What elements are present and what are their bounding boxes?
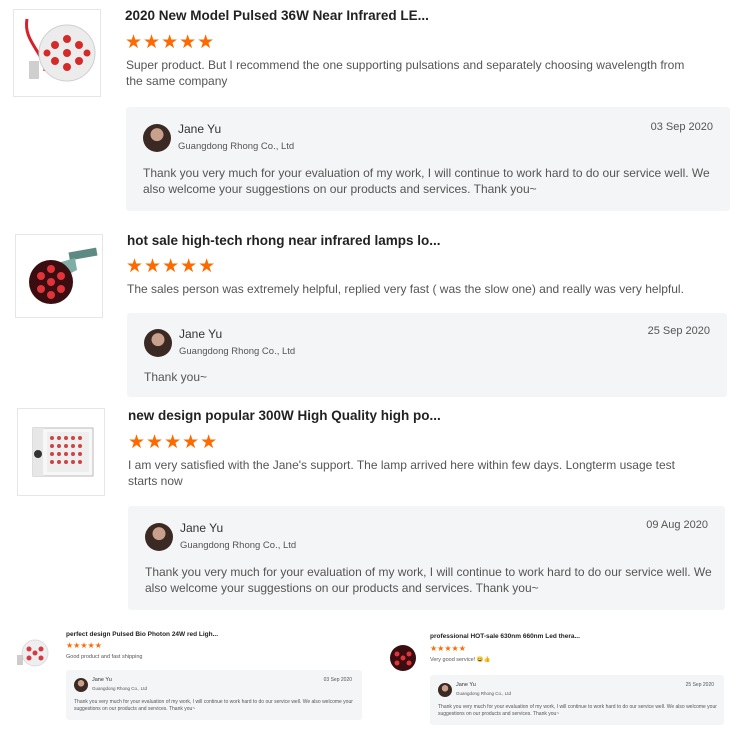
replier-company: Guangdong Rhong Co., Ltd bbox=[456, 691, 512, 696]
seller-reply: Jane Yu Guangdong Rhong Co., Ltd 25 Sep … bbox=[430, 675, 724, 725]
replier-company: Guangdong Rhong Co., Ltd bbox=[178, 141, 295, 152]
seller-reply: Jane Yu Guangdong Rhong Co., Ltd 09 Aug … bbox=[128, 506, 725, 610]
seller-reply: Jane Yu Guangdong Rhong Co., Ltd 03 Sep … bbox=[126, 107, 730, 211]
product-thumbnail[interactable] bbox=[380, 633, 426, 679]
avatar bbox=[143, 124, 171, 152]
product-thumbnail[interactable] bbox=[15, 234, 103, 318]
product-title[interactable]: perfect design Pulsed Bio Photon 24W red… bbox=[66, 631, 218, 638]
seller-reply: Jane Yu Guangdong Rhong Co., Ltd 03 Sep … bbox=[66, 670, 362, 720]
product-thumbnail[interactable] bbox=[17, 408, 105, 496]
replier-company: Guangdong Rhong Co., Ltd bbox=[180, 540, 297, 551]
review-comment: Super product. But I recommend the one s… bbox=[126, 58, 685, 88]
reply-date: 09 Aug 2020 bbox=[646, 519, 708, 531]
reply-text: Thank you very much for your evaluation … bbox=[143, 166, 710, 196]
avatar bbox=[145, 523, 173, 551]
review-card: professional HOT-sale 630nm 660nm Led th… bbox=[370, 625, 750, 740]
replier-company: Guangdong Rhong Co., Ltd bbox=[179, 346, 296, 357]
replier-name: Jane Yu bbox=[92, 677, 112, 683]
product-thumbnail[interactable] bbox=[12, 630, 54, 672]
rating-stars: ★★★★★ bbox=[66, 641, 102, 650]
replier-company: Guangdong Rhong Co., Ltd bbox=[92, 686, 148, 691]
led-panel-image bbox=[32, 427, 94, 477]
product-title[interactable]: professional HOT-sale 630nm 660nm Led th… bbox=[430, 633, 580, 640]
reply-date: 25 Sep 2020 bbox=[647, 325, 710, 337]
avatar bbox=[438, 683, 452, 697]
rating-stars: ★★★★★ bbox=[125, 32, 216, 53]
replier-name: Jane Yu bbox=[456, 682, 476, 688]
review-card: hot sale high-tech rhong near infrared l… bbox=[0, 225, 750, 405]
reply-date: 03 Sep 2020 bbox=[323, 677, 352, 683]
review-comment: The sales person was extremely helpful, … bbox=[127, 282, 684, 296]
review-comment: I am very satisfied with the Jane's supp… bbox=[128, 458, 676, 488]
reply-date: 25 Sep 2020 bbox=[685, 682, 714, 688]
avatar bbox=[74, 678, 88, 692]
review-comment: Very good service! 😀👍 bbox=[430, 657, 491, 663]
product-title[interactable]: new design popular 300W High Quality hig… bbox=[128, 408, 441, 423]
rating-stars: ★★★★★ bbox=[430, 644, 466, 653]
review-card: new design popular 300W High Quality hig… bbox=[0, 400, 750, 615]
infrared-lamp-image bbox=[25, 18, 96, 82]
reply-text: Thank you very much for your evaluation … bbox=[438, 704, 717, 717]
product-title[interactable]: hot sale high-tech rhong near infrared l… bbox=[127, 233, 441, 248]
rating-stars: ★★★★★ bbox=[126, 256, 217, 277]
review-card: 2020 New Model Pulsed 36W Near Infrared … bbox=[0, 0, 750, 220]
reply-text: Thank you very much for your evaluation … bbox=[74, 699, 353, 712]
replier-name: Jane Yu bbox=[178, 122, 222, 136]
replier-name: Jane Yu bbox=[179, 327, 223, 341]
reply-text: Thank you~ bbox=[144, 370, 208, 384]
review-card: perfect design Pulsed Bio Photon 24W red… bbox=[0, 622, 370, 737]
reply-date: 03 Sep 2020 bbox=[650, 121, 713, 133]
review-comment: Good product and fast shipping bbox=[66, 654, 143, 660]
seller-reply: Jane Yu Guangdong Rhong Co., Ltd 25 Sep … bbox=[127, 313, 727, 397]
infrared-lamp-image bbox=[17, 639, 49, 667]
product-thumbnail[interactable] bbox=[13, 9, 101, 97]
infrared-lamp-image bbox=[390, 645, 416, 671]
product-title[interactable]: 2020 New Model Pulsed 36W Near Infrared … bbox=[125, 8, 429, 23]
reply-text: Thank you very much for your evaluation … bbox=[145, 565, 712, 595]
infrared-lamp-image bbox=[29, 247, 98, 304]
rating-stars: ★★★★★ bbox=[128, 432, 219, 453]
replier-name: Jane Yu bbox=[180, 521, 224, 535]
avatar bbox=[144, 329, 172, 357]
